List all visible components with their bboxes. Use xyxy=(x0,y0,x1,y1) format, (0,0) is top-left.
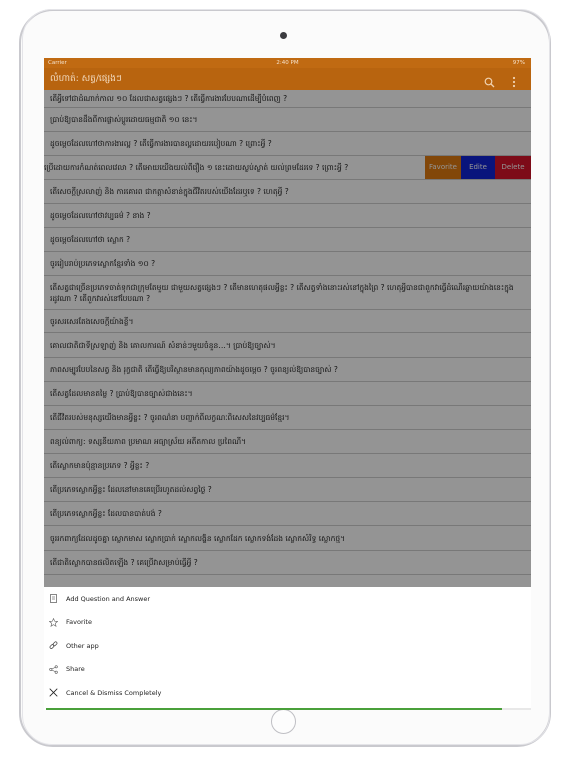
favorite-button[interactable]: Favorite xyxy=(425,156,461,179)
list-item[interactable]: ចូររៀបរាប់ប្រភេទស្លោកខ្មែរទាំង ១០ ? xyxy=(44,252,531,276)
navigation-bar: លំហាត់: សត្វ/ផ្សេងៗ xyxy=(44,68,531,90)
app-screen: Carrier 2:40 PM 97% លំហាត់: សត្វ/ផ្សេងៗ … xyxy=(44,58,531,710)
list-item-text: តើប្រភេទស្លោកអ្វីខ្លះ ដែលបានបាត់បង់ ? xyxy=(50,509,162,518)
list-item-text: តើជាតិស្លោកបានផលិតឡើង ? គេប្រើវាសម្រាប់ធ… xyxy=(50,558,198,567)
list-item[interactable]: ពន្យល់ពាក្យ: ទស្សនីយភាព ប្រមាណ អធ្យាស្រ័… xyxy=(44,430,531,454)
sheet-item-label: Favorite xyxy=(66,618,92,627)
search-icon[interactable] xyxy=(484,73,495,88)
progress-bar xyxy=(46,708,531,710)
list-item[interactable]: ភាពសម្បូរបែបនៃសត្វ និង រុក្ខជាតិ តើធ្វើឱ… xyxy=(44,358,531,382)
sheet-item-label: Other app xyxy=(66,641,99,650)
list-item-text: ប្រើដោយការកំណត់ពេលវេលា ? តើអោយយើងយល់ពីរឿ… xyxy=(44,163,349,172)
sheet-item-share[interactable]: Share xyxy=(44,658,531,682)
list-item[interactable]: តើសត្វដែលមានតម្លៃ ? ប្រាប់ឱ្យបានច្បាស់ជា… xyxy=(44,382,531,406)
list-item-text: ពន្យល់ពាក្យ: ទស្សនីយភាព ប្រមាណ អធ្យាស្រ័… xyxy=(50,437,247,446)
sheet-item-label: Share xyxy=(66,665,85,674)
edit-button[interactable]: Edite xyxy=(461,156,495,179)
list-item-text: ចូររកពាក្យដែលដូចគ្នា ស្លោកមាស ស្លោកប្រាក… xyxy=(50,533,346,543)
list-item-text: តើសត្វជាច្រើនប្រភេទចាត់ទុកជាក្រុមតែមួយ ជ… xyxy=(50,282,514,303)
list-item-text: ដូចម្ដេចដែលហៅថាការងារល្អ ? តើធ្វើការងារប… xyxy=(50,139,272,148)
more-vertical-icon[interactable] xyxy=(508,73,519,88)
list-item-text: ភាពសម្បូរបែបនៃសត្វ និង រុក្ខជាតិ តើធ្វើឱ… xyxy=(50,365,338,374)
list-item-text: គោលជាតិជាទីស្រឡាញ់ និង គោលការណ៍ សំខាន់ៗម… xyxy=(50,340,276,350)
sheet-item-label: Cancel & Dismiss Completely xyxy=(66,688,162,697)
list-item[interactable]: ប្រាប់ឱ្យបានដឹងពីការផ្លាស់ប្ដូរដោយធម្មជា… xyxy=(44,108,531,132)
list-item-text: តើអ្វីទៅជាដំណាក់កាល ១០ ដែលជាសត្វផ្សេងៗ ?… xyxy=(50,94,288,103)
list-item-text: ដូចម្ដេចដែលហៅថាវប្បធម៌ ? នាង ? xyxy=(50,211,151,220)
list-item[interactable]: ដូចម្ដេចដែលហៅថាការងារល្អ ? តើធ្វើការងារប… xyxy=(44,132,531,156)
swipe-actions: Favorite Edite Delete xyxy=(425,156,531,179)
list-item-text: ចូររៀបរាប់ប្រភេទស្លោកខ្មែរទាំង ១០ ? xyxy=(50,259,156,268)
list-item-text: ចូរសរសេរតែងសេចក្ដីយ៉ាងខ្លី។ xyxy=(50,316,134,326)
home-button[interactable] xyxy=(271,709,296,734)
action-sheet: Add Question and Answer Favorite Other a… xyxy=(44,587,531,710)
list-item[interactable]: តើប្រភេទស្លោកអ្វីខ្លះ ដែលបានបាត់បង់ ? xyxy=(44,502,531,526)
list-item[interactable]: ចូរសរសេរតែងសេចក្ដីយ៉ាងខ្លី។ xyxy=(44,310,531,333)
sheet-item-other-app[interactable]: Other app xyxy=(44,634,531,658)
page-title: លំហាត់: សត្វ/ផ្សេងៗ xyxy=(50,74,122,84)
list-item-text: ដូចម្ដេចដែលហៅថា ស្លោក ? xyxy=(50,235,131,244)
list-item[interactable]: ប្រើដោយការកំណត់ពេលវេលា ? តើអោយយើងយល់ពីរឿ… xyxy=(44,156,531,180)
star-icon xyxy=(48,617,59,627)
link-icon xyxy=(49,641,58,650)
list-item-text: តើស្លោកមានប៉ុន្មានប្រភេទ ? អ្វីខ្លះ ? xyxy=(50,461,150,470)
list-item[interactable]: ដូចម្ដេចដែលហៅថាវប្បធម៌ ? នាង ? xyxy=(44,204,531,228)
list-item[interactable]: ដូចម្ដេចដែលហៅថា ស្លោក ? xyxy=(44,228,531,252)
list-item[interactable]: តើសេចក្ដីស្រលាញ់ និង ការគោរព ជាកត្តាសំខា… xyxy=(44,180,531,204)
share-icon xyxy=(49,665,58,674)
progress-fill xyxy=(46,708,502,710)
list-item-text: តើជីវិតរបស់មនុស្សយើងមានអ្វីខ្លះ ? ចូរពណ៌… xyxy=(50,413,290,422)
list-item-text: ប្រាប់ឱ្យបានដឹងពីការផ្លាស់ប្ដូរដោយធម្មជា… xyxy=(50,115,198,124)
list-item[interactable]: តើអ្វីទៅជាដំណាក់កាល ១០ ដែលជាសត្វផ្សេងៗ ?… xyxy=(44,90,531,108)
list-item[interactable] xyxy=(44,575,531,587)
camera-icon xyxy=(280,32,287,39)
status-time: 2:40 PM xyxy=(276,60,299,66)
delete-button[interactable]: Delete xyxy=(495,156,531,179)
list-item[interactable]: តើជីវិតរបស់មនុស្សយើងមានអ្វីខ្លះ ? ចូរពណ៌… xyxy=(44,406,531,430)
sheet-item-favorite[interactable]: Favorite xyxy=(44,611,531,635)
list-item-text: តើសត្វដែលមានតម្លៃ ? ប្រាប់ឱ្យបានច្បាស់ជា… xyxy=(50,389,193,398)
list-item[interactable]: តើសត្វជាច្រើនប្រភេទចាត់ទុកជាក្រុមតែមួយ ជ… xyxy=(44,276,531,310)
sheet-item-cancel[interactable]: Cancel & Dismiss Completely xyxy=(44,681,531,705)
question-list[interactable]: តើអ្វីទៅជាដំណាក់កាល ១០ ដែលជាសត្វផ្សេងៗ ?… xyxy=(44,90,531,587)
list-item[interactable]: តើស្លោកមានប៉ុន្មានប្រភេទ ? អ្វីខ្លះ ? xyxy=(44,454,531,478)
list-item[interactable]: គោលជាតិជាទីស្រឡាញ់ និង គោលការណ៍ សំខាន់ៗម… xyxy=(44,333,531,358)
list-item[interactable]: តើប្រភេទស្លោកអ្វីខ្លះ ដែលនៅមានគេប្រើរហូត… xyxy=(44,478,531,502)
list-item-text: តើសេចក្ដីស្រលាញ់ និង ការគោរព ជាកត្តាសំខា… xyxy=(50,187,289,196)
document-icon xyxy=(49,594,58,604)
status-battery: 97% xyxy=(512,60,525,66)
status-bar: Carrier 2:40 PM 97% xyxy=(44,58,531,68)
sheet-item-add-question[interactable]: Add Question and Answer xyxy=(44,587,531,611)
close-icon xyxy=(49,688,58,697)
list-item[interactable]: តើជាតិស្លោកបានផលិតឡើង ? គេប្រើវាសម្រាប់ធ… xyxy=(44,551,531,575)
list-item[interactable]: ចូររកពាក្យដែលដូចគ្នា ស្លោកមាស ស្លោកប្រាក… xyxy=(44,526,531,551)
list-item-text: តើប្រភេទស្លោកអ្វីខ្លះ ដែលនៅមានគេប្រើរហូត… xyxy=(50,485,212,494)
sheet-item-label: Add Question and Answer xyxy=(66,594,151,603)
